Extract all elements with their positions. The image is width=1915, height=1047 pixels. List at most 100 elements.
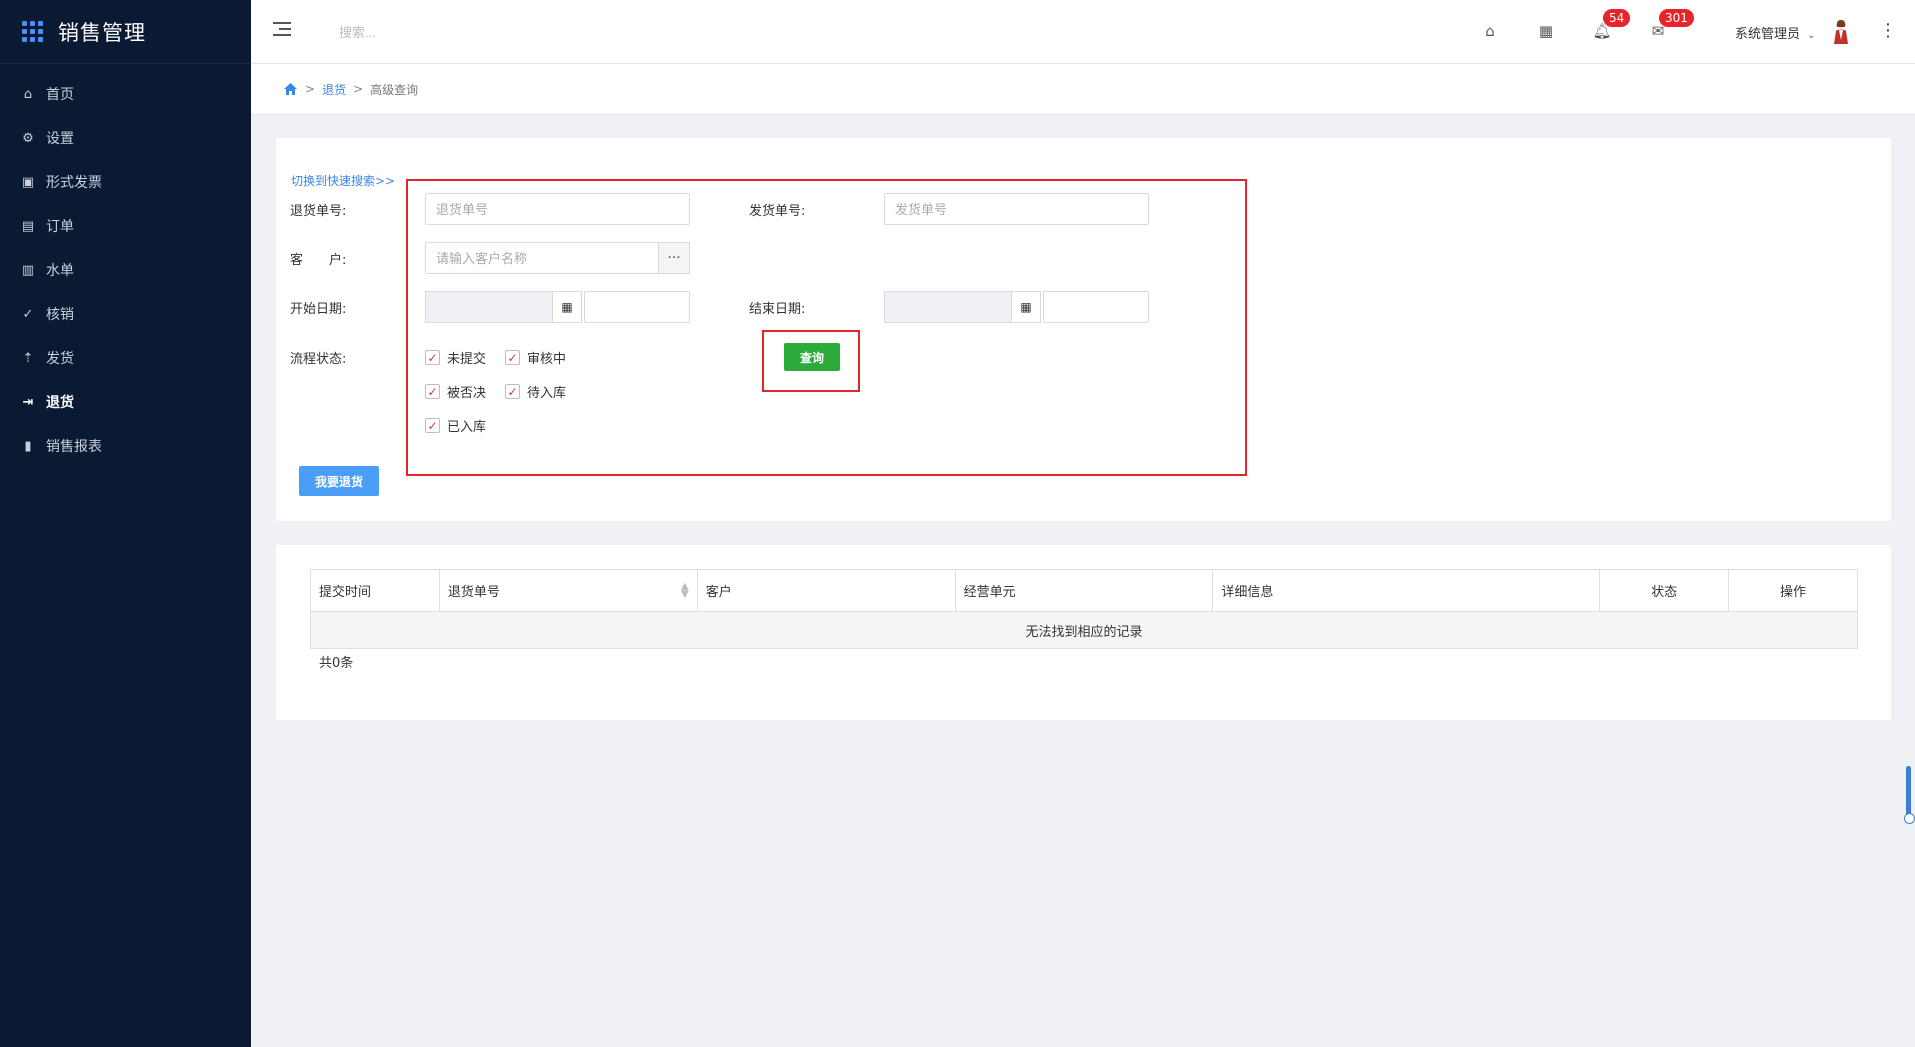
checkbox-label: 待入库	[527, 386, 567, 401]
ship-no-label: 发货单号:	[749, 204, 806, 219]
return-no-label: 退货单号:	[290, 204, 347, 219]
sidebar-item-shipping[interactable]: ⇡ 发货	[0, 336, 251, 380]
home-icon: ⌂	[23, 86, 33, 102]
calendar-icon[interactable]: ▦	[552, 291, 582, 323]
search-input[interactable]	[339, 20, 559, 44]
breadcrumb-current: 高级查询	[370, 82, 419, 97]
status-checkbox-stocked[interactable]: ✓ 已入库	[425, 416, 486, 435]
home-icon[interactable]: ⌂	[1479, 20, 1501, 42]
upload-icon: ⇡	[22, 350, 34, 366]
top-bar: ⌂ ▦ 🔔︎ 54 ✉ 301 系统管理员 ⌄ ⋮	[251, 0, 1915, 64]
total-count: 共0条	[319, 656, 354, 671]
breadcrumb-separator: >	[305, 82, 316, 96]
bar-chart-icon: ▮	[24, 438, 32, 454]
column-header-actions[interactable]: 操作	[1728, 569, 1858, 612]
return-icon: ⇥	[22, 394, 34, 410]
app-title: 销售管理	[58, 20, 146, 45]
check-circle-icon: ✓	[22, 306, 34, 322]
create-return-button[interactable]: 我要退货	[299, 466, 379, 496]
invoice-icon: ▣	[21, 174, 35, 190]
receipt-icon: ▥	[21, 262, 35, 278]
breadcrumb: > 退货 > 高级查询	[251, 64, 1915, 115]
results-panel: 提交时间 退货单号 ▲ ▼ 客户 经营单元 详细信息 状态 操作 无法找到相应的记…	[276, 545, 1891, 720]
query-button[interactable]: 查询	[784, 343, 840, 371]
sidebar: 销售管理 ⌂ 首页 ⚙ 设置 ▣ 形式发票 ▤ 订单 ▥ 水单 ✓ 核销 ⇡ 发…	[0, 0, 251, 1047]
breadcrumb-separator: >	[353, 82, 364, 96]
mail-icon[interactable]: ✉ 301	[1647, 9, 1694, 42]
start-date-time-input[interactable]	[584, 291, 690, 323]
column-header-submit-time[interactable]: 提交时间	[310, 569, 440, 612]
ship-no-input[interactable]	[884, 193, 1149, 225]
user-name: 系统管理员	[1735, 27, 1801, 42]
status-checkbox-unsubmitted[interactable]: ✓ 未提交	[425, 348, 486, 367]
apps-grid-icon[interactable]: ▦	[1535, 20, 1557, 42]
table-header-row: 提交时间 退货单号 ▲ ▼ 客户 经营单元 详细信息 状态 操作	[310, 569, 1858, 612]
checkbox-label: 已入库	[447, 420, 487, 435]
sidebar-item-returns[interactable]: ⇥ 退货	[0, 380, 251, 424]
column-header-business-unit[interactable]: 经营单元	[954, 569, 1214, 612]
sidebar-item-home[interactable]: ⌂ 首页	[0, 72, 251, 116]
column-header-status[interactable]: 状态	[1599, 569, 1730, 612]
start-date-label: 开始日期:	[290, 302, 347, 317]
sidebar-item-label: 形式发票	[46, 175, 102, 191]
status-label: 流程状态:	[290, 352, 347, 367]
switch-to-quick-search-link[interactable]: 切换到快速搜索>>	[291, 172, 395, 189]
end-date-label: 结束日期:	[749, 302, 806, 317]
checkmark-icon: ✓	[505, 384, 520, 399]
sidebar-item-label: 订单	[46, 219, 74, 235]
table-row-empty: 无法找到相应的记录	[310, 611, 1858, 649]
status-checkbox-rejected[interactable]: ✓ 被否决	[425, 382, 486, 401]
column-header-customer[interactable]: 客户	[696, 569, 956, 612]
brand: 销售管理	[0, 0, 251, 64]
sidebar-item-label: 设置	[46, 131, 74, 147]
checkbox-label: 审核中	[527, 352, 567, 367]
sidebar-item-settings[interactable]: ⚙ 设置	[0, 116, 251, 160]
checkmark-icon: ✓	[425, 384, 440, 399]
more-options-icon[interactable]: ⋮	[1879, 20, 1897, 41]
sidebar-item-receipts[interactable]: ▥ 水单	[0, 248, 251, 292]
checkmark-icon: ✓	[425, 350, 440, 365]
column-header-label: 退货单号	[447, 585, 500, 600]
status-checkbox-in-review[interactable]: ✓ 审核中	[505, 348, 566, 367]
end-date-time-input[interactable]	[1043, 291, 1149, 323]
end-date-field[interactable]	[884, 291, 1012, 323]
sidebar-item-label: 水单	[46, 263, 74, 279]
sidebar-item-proforma-invoice[interactable]: ▣ 形式发票	[0, 160, 251, 204]
chevron-down-icon: ⌄	[1807, 30, 1816, 41]
customer-input[interactable]	[425, 242, 659, 274]
return-no-input[interactable]	[425, 193, 690, 225]
advanced-search-panel: 切换到快速搜索>> 退货单号: 发货单号: 客 户: ··· 开始日期: ▦ 结…	[276, 138, 1891, 521]
home-icon[interactable]	[283, 82, 298, 96]
avatar[interactable]	[1831, 18, 1851, 44]
sidebar-item-label: 销售报表	[46, 439, 102, 455]
menu-toggle-icon[interactable]	[273, 22, 291, 40]
customer-picker-button[interactable]: ···	[658, 242, 690, 274]
gear-icon: ⚙	[22, 130, 34, 146]
sidebar-item-label: 首页	[46, 87, 74, 103]
sidebar-item-label: 发货	[46, 351, 74, 367]
column-header-return-no[interactable]: 退货单号 ▲ ▼	[438, 569, 698, 612]
checkbox-label: 被否决	[447, 386, 487, 401]
order-icon: ▤	[21, 218, 35, 234]
status-checkbox-pending-stock[interactable]: ✓ 待入库	[505, 382, 566, 401]
checkmark-icon: ✓	[505, 350, 520, 365]
sidebar-item-label: 退货	[46, 395, 74, 411]
sidebar-item-orders[interactable]: ▤ 订单	[0, 204, 251, 248]
sidebar-item-sales-report[interactable]: ▮ 销售报表	[0, 424, 251, 468]
user-menu[interactable]: 系统管理员 ⌄	[1735, 23, 1816, 42]
checkmark-icon: ✓	[425, 418, 440, 433]
sort-icon[interactable]: ▲ ▼	[681, 582, 689, 600]
sidebar-item-writeoff[interactable]: ✓ 核销	[0, 292, 251, 336]
customer-label: 客 户:	[290, 253, 347, 268]
calendar-icon[interactable]: ▦	[1011, 291, 1041, 323]
breadcrumb-returns-link[interactable]: 退货	[322, 81, 346, 98]
sidebar-item-label: 核销	[46, 307, 74, 323]
ellipsis-icon: ···	[667, 250, 681, 266]
results-table: 提交时间 退货单号 ▲ ▼ 客户 经营单元 详细信息 状态 操作 无法找到相应的记…	[310, 569, 1858, 649]
scroll-indicator[interactable]	[1904, 766, 1915, 824]
bell-icon[interactable]: 🔔︎ 54	[1591, 9, 1631, 42]
column-header-details[interactable]: 详细信息	[1212, 569, 1601, 612]
start-date-field[interactable]	[425, 291, 553, 323]
empty-message: 无法找到相应的记录	[310, 611, 1858, 649]
sidebar-menu: ⌂ 首页 ⚙ 设置 ▣ 形式发票 ▤ 订单 ▥ 水单 ✓ 核销 ⇡ 发货 ⇥ 退	[0, 72, 251, 468]
